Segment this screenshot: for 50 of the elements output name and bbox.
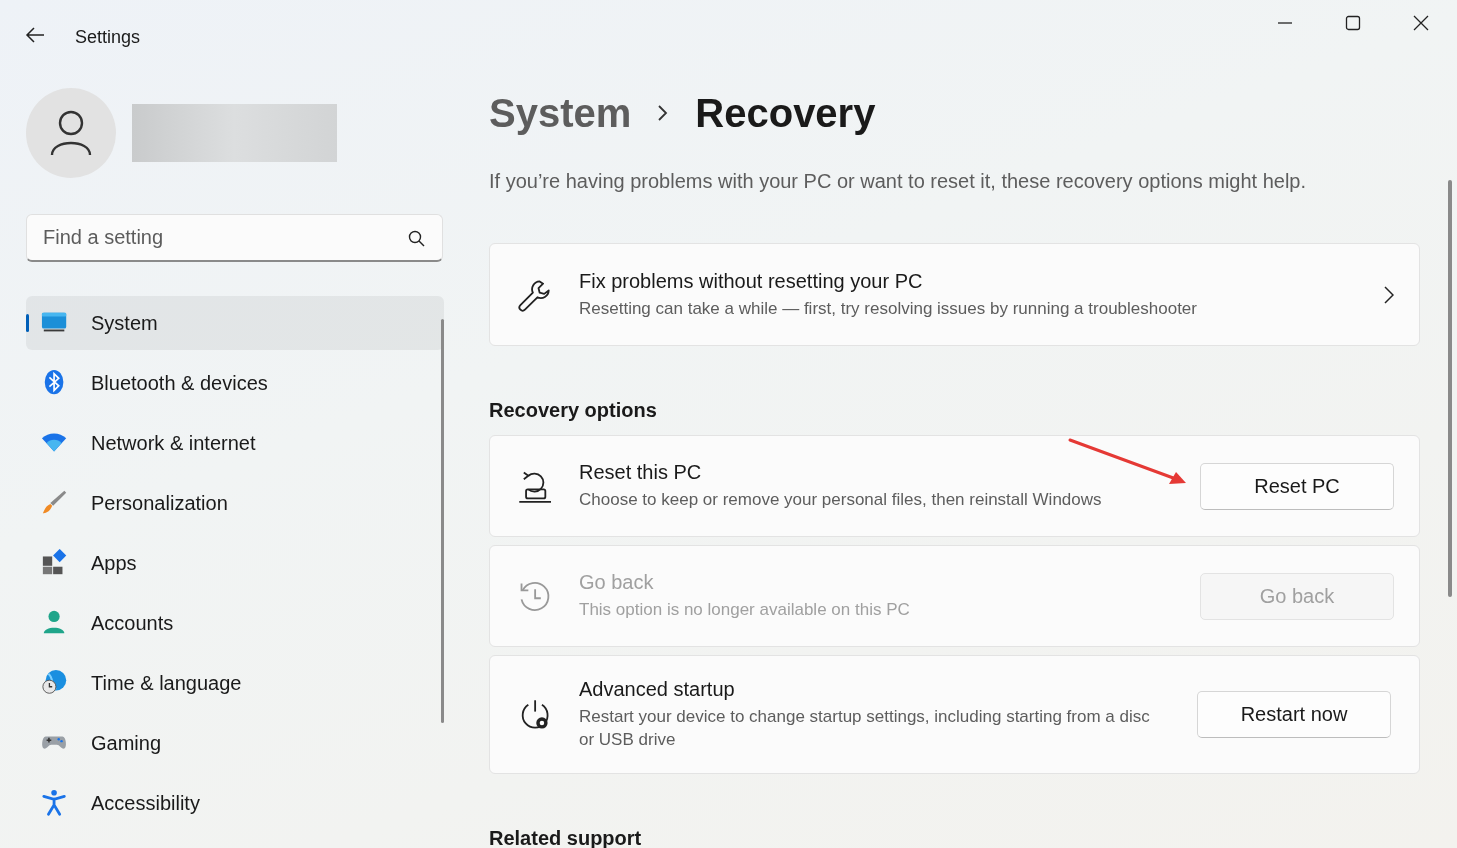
sidebar-item[interactable]: Gaming <box>26 716 444 770</box>
section-heading: Recovery options <box>489 398 658 422</box>
sidebar-item[interactable]: Accounts <box>26 596 444 650</box>
apps-icon <box>41 549 69 577</box>
scrollbar-thumb[interactable] <box>441 319 444 723</box>
selection-indicator <box>26 314 29 332</box>
sidebar-label: Accessibility <box>91 791 200 815</box>
sidebar-item[interactable]: Time & language <box>26 656 444 710</box>
sidebar-item[interactable]: Network & internet <box>26 416 444 470</box>
card-subtitle: Resetting can take a while — first, try resolving issues by running a troubleshooter <box>579 297 1198 320</box>
back-arrow-icon <box>25 26 45 44</box>
option-button[interactable]: Restart now <box>1197 691 1391 738</box>
sidebar-label: Time & language <box>91 671 242 695</box>
option-title: Advanced startup <box>579 678 736 701</box>
sidebar-item[interactable]: Accessibility <box>26 776 444 830</box>
reset-laptop-icon <box>517 469 551 503</box>
close-icon <box>1413 15 1429 31</box>
window-title: Settings <box>75 27 141 48</box>
option-description: Restart your device to change startup settings, including starting from a disc or USB drive <box>579 706 1151 751</box>
sidebar-label: Apps <box>91 551 137 575</box>
sidebar-item[interactable]: Bluetooth & devices <box>26 356 444 410</box>
person-silhouette-icon <box>49 109 93 157</box>
option-title: Reset this PC <box>579 461 703 484</box>
page-description: If you’re having problems with your PC or want to reset it, these recovery options might help. <box>489 169 1308 193</box>
option-title: Go back <box>579 571 655 594</box>
sidebar-label: Network & internet <box>91 431 256 455</box>
option-description: This option is no longer available on this PC <box>579 599 911 621</box>
search-field[interactable]: Find a setting <box>26 214 443 262</box>
page-title: Recovery <box>695 90 876 136</box>
sidebar-label: Personalization <box>91 491 228 515</box>
sidebar-label: Bluetooth & devices <box>91 371 268 395</box>
chevron-right-icon <box>1384 285 1394 304</box>
sidebar-label: System <box>91 311 158 335</box>
sidebar-item[interactable]: Personalization <box>26 476 444 530</box>
accessibility-figure-icon <box>41 789 69 817</box>
maximize-icon <box>1345 15 1361 31</box>
minimize-icon <box>1277 22 1293 24</box>
option-button[interactable]: Reset PC <box>1200 462 1394 510</box>
breadcrumb-link[interactable]: System <box>489 90 632 136</box>
sidebar-item[interactable]: Apps <box>26 536 444 590</box>
card-title: Fix problems without resetting your PC <box>579 269 924 293</box>
sidebar-label: Gaming <box>91 731 162 755</box>
chevron-right-icon <box>657 104 670 122</box>
globe-clock-icon <box>41 669 69 697</box>
sidebar-item[interactable]: System <box>26 296 444 350</box>
scrollbar-thumb[interactable] <box>1448 180 1452 597</box>
option-description: Choose to keep or remove your personal files, then reinstall Windows <box>579 489 1103 511</box>
troubleshoot-card[interactable]: Fix problems without resetting your PC Resetting can take a while — first, try resolving issues by running a troubleshooter <box>489 243 1420 346</box>
search-icon <box>408 230 425 247</box>
sidebar-label: Accounts <box>91 611 174 635</box>
